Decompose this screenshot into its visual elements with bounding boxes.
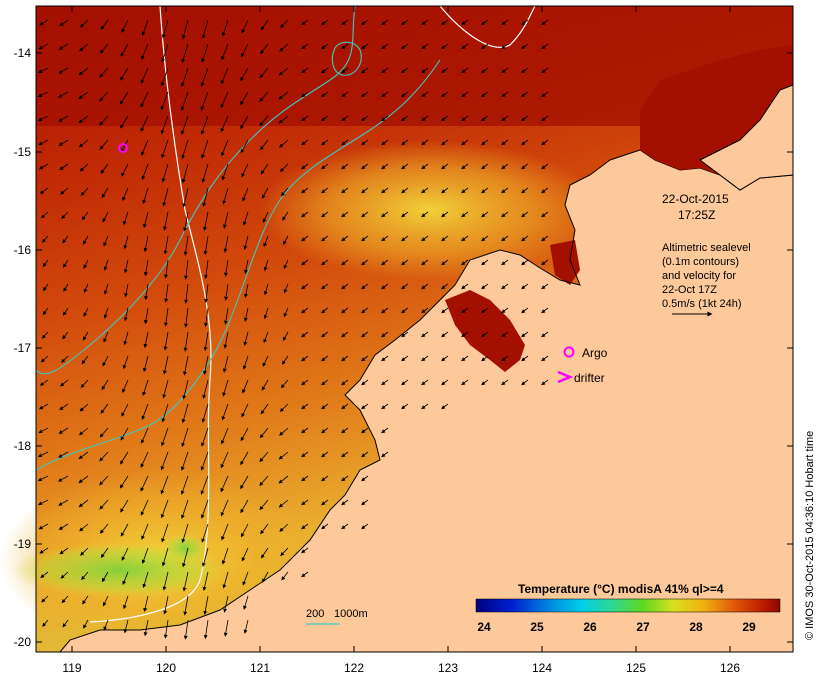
lon-tick-label: 119 <box>62 661 81 675</box>
colorbar <box>475 598 781 613</box>
lon-tick-label: 122 <box>344 661 364 675</box>
sst-map: Argo drifter 22-Oct-2015 17:25Z Altimetr… <box>0 5 816 675</box>
colorbar-tick-label: 24 <box>477 620 491 634</box>
lon-tick-label: 125 <box>626 661 646 675</box>
lon-tick-label: 121 <box>250 661 270 675</box>
cool-patch-shelf <box>260 140 600 280</box>
date-line-2: 17:25Z <box>678 208 715 222</box>
lon-tick-label: 120 <box>156 661 176 675</box>
credit-text: © IMOS 30-Oct-2015 04:36:10 Hobart time <box>804 431 816 640</box>
lon-tick-label: 124 <box>532 661 552 675</box>
lat-tick-label: -19 <box>14 537 32 551</box>
legend-line-2: and velocity for <box>662 270 736 282</box>
lat-tick-label: -14 <box>14 46 32 60</box>
colorbar-tick-label: 25 <box>530 620 544 634</box>
lon-tick-label: 123 <box>438 661 458 675</box>
lon-tick-label: 126 <box>720 661 740 675</box>
colorbar-tick-label: 29 <box>742 620 756 634</box>
lat-tick-label: -15 <box>14 145 32 159</box>
legend-line-1: (0.1m contours) <box>662 256 739 268</box>
colorbar-tick-label: 28 <box>689 620 703 634</box>
colorbar-tick-label: 27 <box>636 620 650 634</box>
colorbar-tick-label: 26 <box>583 620 597 634</box>
colorbar-title: Temperature (°C) modisA 41% ql>=4 <box>518 582 724 596</box>
argo-label: Argo <box>582 346 608 360</box>
depth-label-200: 200 <box>306 608 324 620</box>
legend-line-4: 0.5m/s (1kt 24h) <box>662 298 741 310</box>
legend-line-0: Altimetric sealevel <box>662 242 751 254</box>
depth-label-1000: 1000m <box>334 608 368 620</box>
lat-tick-label: -20 <box>14 635 32 649</box>
lat-tick-label: -16 <box>14 243 32 257</box>
drifter-label: drifter <box>574 371 605 385</box>
date-line-1: 22-Oct-2015 <box>662 192 729 206</box>
legend-line-3: 22-Oct 17Z <box>662 284 717 296</box>
lat-tick-label: -18 <box>14 439 32 453</box>
lat-tick-label: -17 <box>14 341 32 355</box>
